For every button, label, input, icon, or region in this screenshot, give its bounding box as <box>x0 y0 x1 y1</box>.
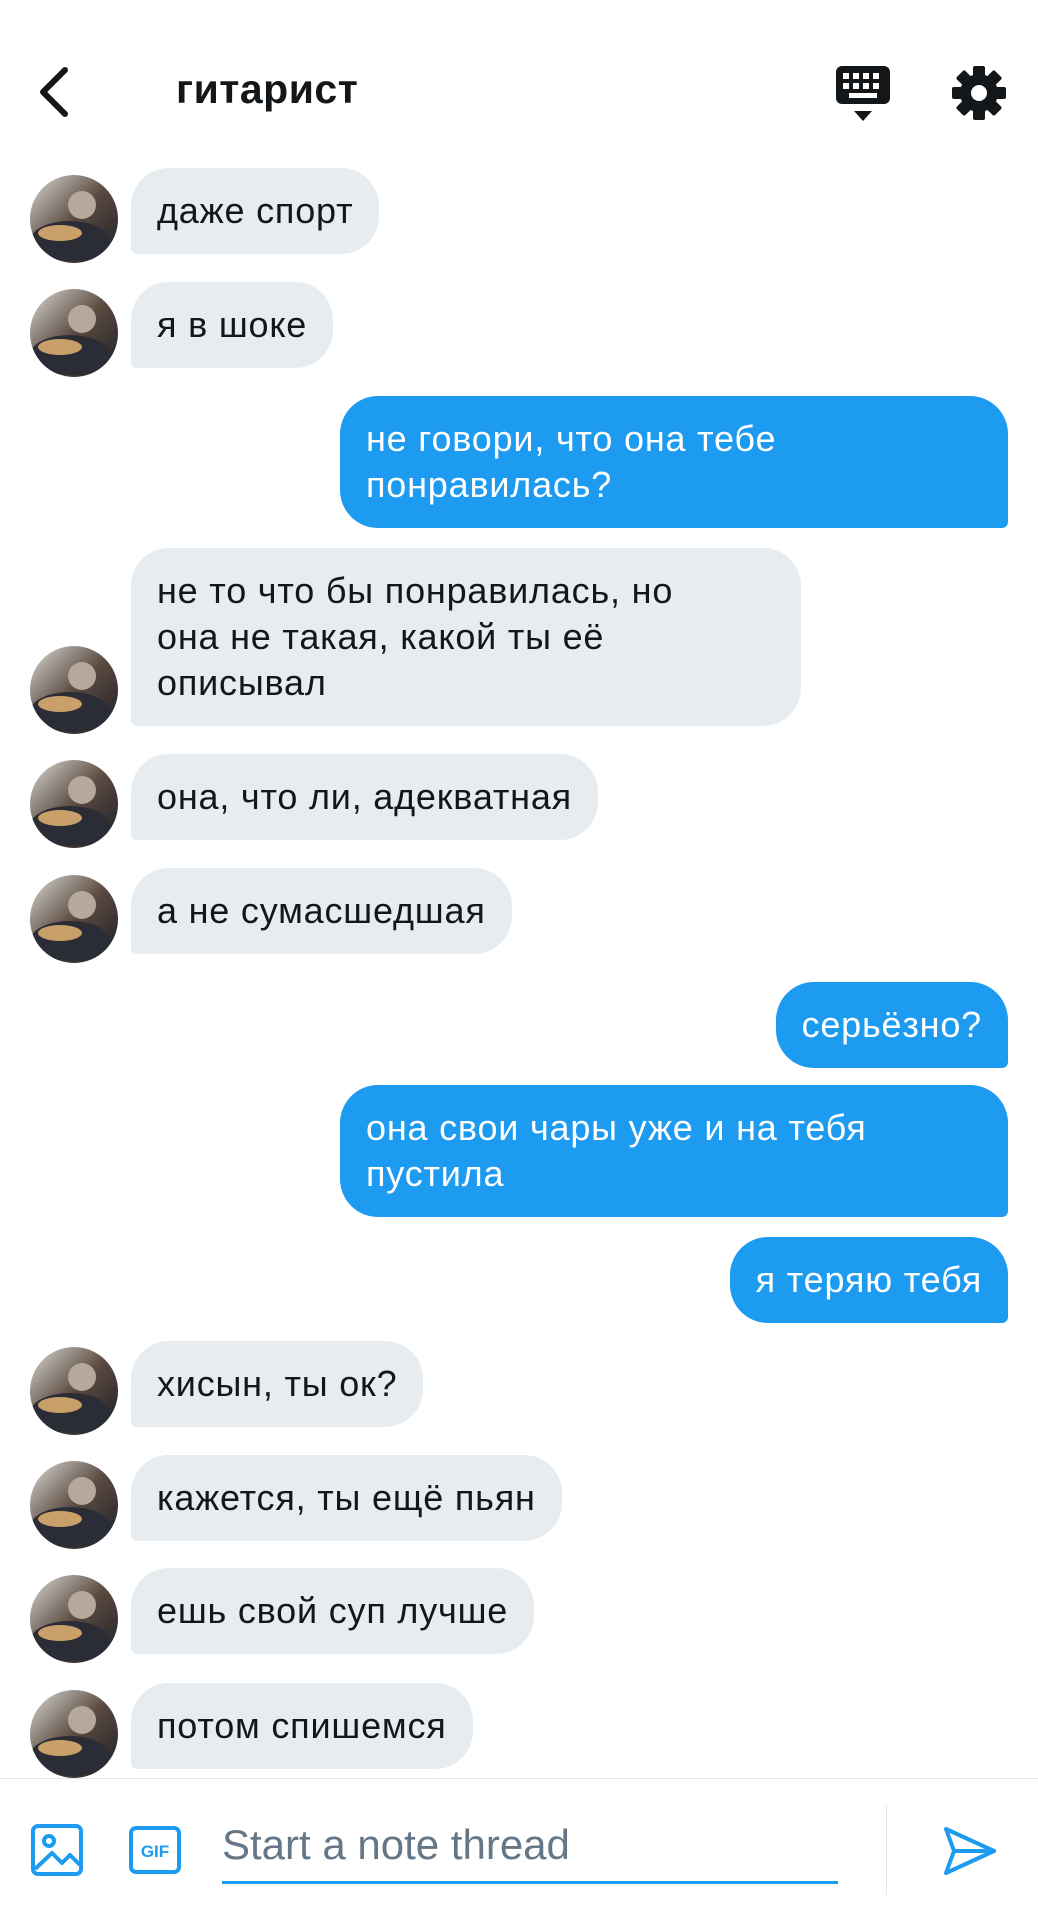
message-list[interactable]: даже спорт я в шоке не говори, что она т… <box>0 0 1038 1778</box>
gif-label: GIF <box>141 1842 169 1861</box>
avatar[interactable] <box>30 289 118 377</box>
message-bubble-incoming[interactable]: кажется, ты ещё пьян <box>131 1455 562 1541</box>
avatar[interactable] <box>30 875 118 963</box>
message-bubble-outgoing[interactable]: я теряю тебя <box>729 1237 1008 1323</box>
avatar[interactable] <box>30 1461 118 1549</box>
message-bubble-incoming[interactable]: потом спишемся <box>131 1683 473 1769</box>
message-bubble-incoming[interactable]: она, что ли, адекватная <box>131 754 598 840</box>
message-bubble-incoming[interactable]: не то что бы понравилась, но она не така… <box>131 548 801 726</box>
message-bubble-outgoing[interactable]: она свои чары уже и на тебя пустила <box>340 1085 1008 1217</box>
add-gif-button[interactable]: GIF <box>128 1823 182 1877</box>
message-bubble-incoming[interactable]: даже спорт <box>131 168 380 254</box>
note-thread-input[interactable] <box>222 1809 838 1884</box>
composer-divider <box>886 1805 887 1895</box>
avatar[interactable] <box>30 175 118 263</box>
message-bubble-outgoing[interactable]: не говори, что она тебе понравилась? <box>340 396 1008 528</box>
message-bubble-outgoing[interactable]: серьёзно? <box>775 982 1008 1068</box>
add-image-button[interactable] <box>30 1823 84 1877</box>
avatar[interactable] <box>30 760 118 848</box>
gif-icon: GIF <box>129 1826 181 1874</box>
avatar[interactable] <box>30 1575 118 1663</box>
send-button[interactable] <box>940 1821 1000 1881</box>
avatar[interactable] <box>30 1347 118 1435</box>
message-bubble-incoming[interactable]: я в шоке <box>131 282 334 368</box>
message-bubble-incoming[interactable]: ешь свой суп лучше <box>131 1568 535 1654</box>
image-icon <box>31 1824 83 1876</box>
avatar[interactable] <box>30 646 118 734</box>
avatar[interactable] <box>30 1690 118 1778</box>
send-icon <box>944 1827 996 1875</box>
message-bubble-incoming[interactable]: а не сумасшедшая <box>131 868 512 954</box>
message-composer: GIF <box>0 1778 1038 1921</box>
message-bubble-incoming[interactable]: хисын, ты ок? <box>131 1341 424 1427</box>
